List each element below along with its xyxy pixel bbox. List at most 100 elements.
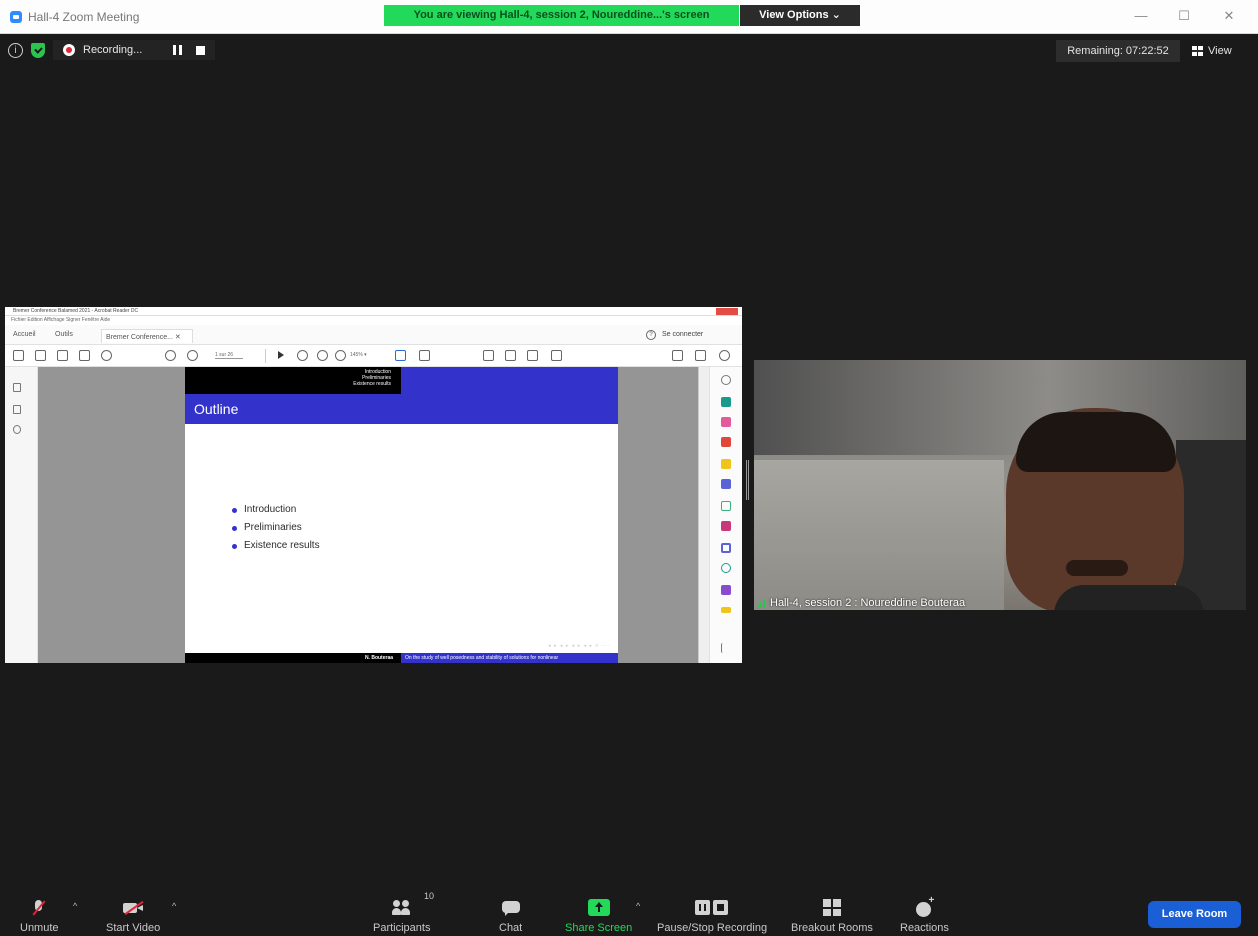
acrobat-tab-home: Accueil bbox=[13, 331, 36, 338]
acrobat-tab-tools: Outils bbox=[55, 331, 73, 338]
protect-icon bbox=[721, 543, 731, 553]
print-icon bbox=[79, 350, 90, 361]
bullet-item: Introduction bbox=[232, 501, 320, 519]
recording-label: Recording... bbox=[83, 44, 143, 56]
breakout-rooms-icon bbox=[822, 899, 841, 916]
view-layout-button[interactable]: View bbox=[1192, 40, 1232, 62]
share-screen-button[interactable]: Share Screen bbox=[565, 890, 632, 934]
meeting-status-bar: i Recording... bbox=[8, 40, 215, 60]
collapse-panel-icon bbox=[721, 643, 731, 653]
unmute-button[interactable]: Unmute bbox=[20, 890, 59, 934]
bullet-item: Existence results bbox=[232, 537, 320, 555]
search-icon bbox=[101, 350, 112, 361]
video-background bbox=[754, 460, 1004, 610]
create-pdf-tool-icon bbox=[721, 437, 731, 447]
compress-icon bbox=[721, 563, 731, 573]
microphone-muted-icon bbox=[29, 900, 49, 916]
slide-navigation-bar: Introduction Preliminaries Existence res… bbox=[185, 367, 401, 394]
create-pdf-icon bbox=[13, 350, 24, 361]
slide-bullet-list: Introduction Preliminaries Existence res… bbox=[232, 501, 320, 555]
bookmark-star-icon bbox=[35, 350, 46, 361]
page-number-field: 1 sur 26 bbox=[215, 352, 243, 359]
breakout-rooms-button[interactable]: Breakout Rooms bbox=[791, 890, 873, 934]
pdf-viewer: Introduction Preliminaries Existence res… bbox=[38, 367, 698, 663]
send-signature-icon bbox=[721, 585, 731, 595]
pdf-scrollbar bbox=[698, 367, 709, 663]
security-shield-icon[interactable] bbox=[31, 42, 45, 58]
recording-indicator: Recording... bbox=[53, 40, 215, 60]
acrobat-left-panel bbox=[5, 367, 38, 663]
zoom-in-icon bbox=[335, 350, 346, 361]
splitter-handle[interactable] bbox=[746, 460, 749, 500]
viewing-screen-banner: You are viewing Hall-4, session 2, Noure… bbox=[384, 5, 739, 26]
fit-page-icon bbox=[395, 350, 406, 361]
participant-video[interactable] bbox=[754, 360, 1246, 610]
comment-icon bbox=[483, 350, 494, 361]
shared-screen[interactable]: Bremer Conference Balamed 2021 - Acrobat… bbox=[5, 307, 742, 663]
video-options-caret[interactable]: ^ bbox=[172, 901, 176, 911]
page-up-icon bbox=[165, 350, 176, 361]
add-user-icon bbox=[719, 350, 730, 361]
acrobat-tabs: Accueil Outils Bremer Conference... ✕ ? … bbox=[5, 325, 742, 345]
acrobat-menubar: Fichier Edition Affichage Signer Fenêtre… bbox=[5, 316, 742, 325]
camera-off-icon bbox=[123, 900, 144, 916]
remaining-time: Remaining: 07:22:52 bbox=[1056, 40, 1180, 62]
minimize-button[interactable]: — bbox=[1134, 9, 1148, 23]
scroll-mode-icon bbox=[419, 350, 430, 361]
start-video-button[interactable]: Start Video bbox=[106, 890, 160, 934]
participant-mouth bbox=[1066, 560, 1128, 576]
chat-button[interactable]: Chat bbox=[499, 890, 522, 934]
gallery-grid-icon bbox=[1192, 46, 1203, 56]
zoom-level: 145% ▾ bbox=[350, 352, 367, 358]
page-down-icon bbox=[187, 350, 198, 361]
pause-stop-icon bbox=[695, 900, 729, 916]
stop-recording-icon[interactable] bbox=[196, 45, 205, 55]
close-button[interactable]: ✕ bbox=[1222, 9, 1236, 23]
acrobat-help-icon: ? bbox=[646, 330, 656, 340]
participant-name-label: Hall-4, session 2 : Noureddine Bouteraa bbox=[757, 595, 965, 611]
leave-room-button[interactable]: Leave Room bbox=[1148, 901, 1241, 928]
nav-link-existence: Existence results bbox=[353, 381, 391, 387]
reaction-smiley-icon bbox=[914, 895, 934, 917]
organize-pages-icon bbox=[721, 417, 731, 427]
zoom-app-icon bbox=[10, 11, 22, 23]
reactions-label: Reactions bbox=[900, 922, 949, 934]
attachments-icon bbox=[13, 425, 21, 434]
participants-button[interactable]: Participants bbox=[373, 890, 430, 934]
search-tool-icon bbox=[721, 375, 731, 385]
participant-shirt bbox=[1054, 585, 1204, 610]
zoom-out-icon bbox=[317, 350, 328, 361]
acrobat-toolbar: 1 sur 26 145% ▾ bbox=[5, 345, 742, 367]
unmute-label: Unmute bbox=[20, 922, 59, 934]
pause-stop-recording-button[interactable]: Pause/Stop Recording bbox=[657, 890, 767, 934]
fill-sign-icon bbox=[721, 521, 731, 531]
chat-bubble-icon bbox=[501, 900, 521, 916]
slide-section-links: Introduction Preliminaries Existence res… bbox=[353, 369, 391, 387]
reactions-button[interactable]: Reactions bbox=[900, 890, 949, 934]
meeting-info-icon[interactable]: i bbox=[8, 42, 23, 58]
toolbar-divider bbox=[265, 349, 266, 363]
bookmarks-icon bbox=[13, 405, 21, 414]
breakout-rooms-label: Breakout Rooms bbox=[791, 922, 873, 934]
acrobat-titlebar: Bremer Conference Balamed 2021 - Acrobat… bbox=[5, 307, 742, 316]
upload-icon bbox=[57, 350, 68, 361]
view-options-button[interactable]: View Options ⌄ bbox=[740, 5, 860, 26]
zoom-meeting-window: Hall-4 Zoom Meeting You are viewing Hall… bbox=[0, 0, 1258, 936]
share-options-caret[interactable]: ^ bbox=[636, 901, 640, 911]
participant-hair bbox=[1016, 412, 1176, 472]
hand-tool-icon bbox=[297, 350, 308, 361]
comment-tool-icon bbox=[721, 459, 731, 469]
beamer-slide: Introduction Preliminaries Existence res… bbox=[185, 367, 618, 663]
acrobat-close-icon bbox=[716, 308, 738, 315]
meeting-controls-toolbar: Unmute ^ Start Video ^ Participants 10 C… bbox=[0, 886, 1258, 936]
pause-recording-icon[interactable] bbox=[173, 45, 182, 55]
maximize-button[interactable]: ☐ bbox=[1177, 9, 1191, 23]
participants-label: Participants bbox=[373, 922, 431, 934]
slide-footer-title: On the study of well posedness and stabi… bbox=[401, 653, 618, 663]
edit-pdf-icon bbox=[721, 501, 731, 511]
acrobat-tab-document: Bremer Conference... ✕ bbox=[101, 329, 193, 343]
pause-stop-label: Pause/Stop Recording bbox=[657, 922, 768, 934]
slide-navigation-band bbox=[401, 367, 618, 394]
export-pdf-icon bbox=[721, 397, 731, 407]
audio-options-caret[interactable]: ^ bbox=[73, 901, 77, 911]
